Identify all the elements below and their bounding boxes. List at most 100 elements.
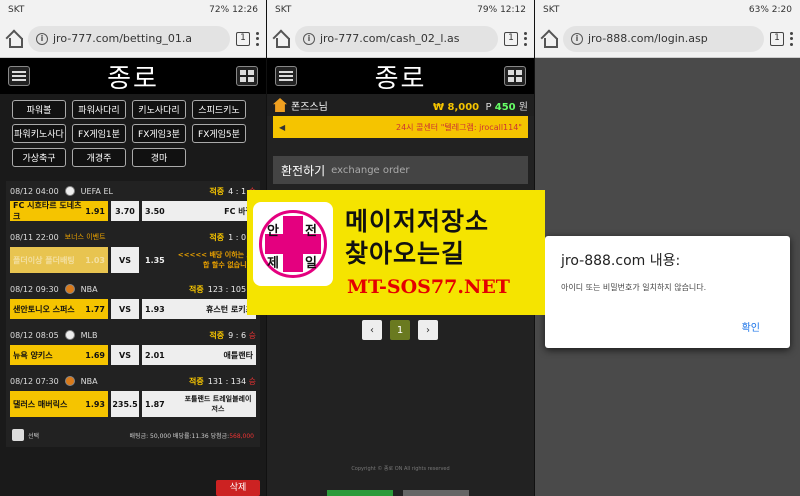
url-text: jro-777.com/betting_01.a (53, 32, 193, 45)
betting-screen: SKT 72% 12:26 i jro-777.com/betting_01.a… (0, 0, 266, 496)
match-date: 08/12 09:30 (10, 284, 59, 294)
away-team-pick[interactable]: 1.87 포틀랜드 트레일블레이저스 (142, 391, 256, 417)
game-button[interactable]: 개경주 (72, 148, 126, 167)
game-button[interactable]: 스피드키노 (192, 100, 246, 119)
grid-menu-icon[interactable] (236, 66, 258, 86)
home-icon[interactable] (273, 31, 290, 48)
page-title: 환전하기 (281, 163, 326, 178)
baseball-icon (64, 330, 75, 340)
battery-level: 72% (209, 5, 230, 15)
exchange-section-header: 환전하기 exchange order (273, 156, 528, 184)
bet-summary: 선택 배팅금: 50,000 배당률:11.36 당첨금:568,000 (6, 423, 260, 447)
draw-pick[interactable]: 3.70 (111, 201, 139, 221)
next-page-button[interactable]: › (418, 320, 438, 340)
address-bar[interactable]: i jro-777.com/betting_01.a (28, 25, 230, 52)
confirm-button[interactable] (327, 490, 393, 496)
score: 1 : 0 (228, 232, 247, 242)
home-team-pick[interactable]: 댈러스 매버릭스 1.93 (10, 391, 108, 417)
match-date: 08/12 04:00 (10, 186, 59, 196)
draw-pick[interactable]: 235.5 (111, 391, 139, 417)
hamburger-menu-icon[interactable] (275, 66, 297, 86)
info-icon[interactable]: i (36, 32, 48, 45)
dialog-message: 아이디 또는 비밀번호가 일치하지 않습니다. (561, 283, 707, 292)
ad-subheadline: 찾아오는길 (345, 239, 466, 268)
carrier-label: SKT (543, 5, 560, 15)
league-label: NBA (80, 284, 98, 294)
carrier-label: SKT (8, 5, 25, 15)
ad-banner[interactable]: 안 전 제 일 메이저저장소 찾아오는길 MT-SOS77.NET (247, 190, 545, 315)
game-button[interactable]: 경마 (132, 148, 186, 167)
more-menu-icon[interactable] (524, 31, 528, 46)
draw-pick[interactable]: VS (111, 299, 139, 319)
points-prefix: P (485, 101, 492, 113)
away-team-pick[interactable]: 3.50 FC 바젤 (142, 201, 256, 221)
draw-pick[interactable]: VS (111, 247, 139, 273)
badge-char: 안 (267, 224, 279, 239)
game-button[interactable]: 파워볼 (12, 100, 66, 119)
url-text: jro-777.com/cash_02_l.as (320, 32, 460, 45)
score: 123 : 105 (207, 284, 247, 294)
tab-switcher-button[interactable]: 1 (770, 31, 784, 46)
game-button[interactable]: 키노사다리 (132, 100, 186, 119)
league-label: UEFA EL (80, 186, 113, 196)
safety-badge: 안 전 제 일 (253, 202, 333, 286)
home-team-pick[interactable]: 폴더이상 폴더배팅 1.03 (10, 247, 108, 273)
game-button[interactable]: 가상축구 (12, 148, 66, 167)
cancel-button[interactable] (403, 490, 469, 496)
ad-headline: 메이저저장소 (345, 207, 490, 236)
site-logo[interactable]: 종로 (107, 58, 159, 95)
game-button[interactable]: 파워키노사다 (12, 124, 66, 143)
clock: 12:12 (500, 5, 526, 15)
away-team-pick[interactable]: 1.93 휴스턴 로키츠 (142, 299, 256, 319)
score: 9 : 6 (228, 330, 247, 340)
hamburger-menu-icon[interactable] (8, 66, 30, 86)
url-text: jro-888.com/login.asp (588, 32, 708, 45)
more-menu-icon[interactable] (256, 31, 260, 46)
match-date: 08/11 22:00 (10, 232, 59, 242)
browser-toolbar: i jro-777.com/betting_01.a 1 (0, 20, 266, 58)
league-label: NBA (80, 376, 98, 386)
home-icon[interactable] (6, 31, 23, 48)
game-button[interactable]: FX게임5분 (192, 124, 246, 143)
basketball-icon (64, 376, 75, 386)
prev-page-button[interactable]: ‹ (362, 320, 382, 340)
game-menu: 파워볼 파워사다리 키노사다리 스피드키노 파워키노사다 FX게임1분 FX게임… (0, 94, 266, 171)
home-icon[interactable] (541, 31, 558, 48)
game-button[interactable]: 파워사다리 (72, 100, 126, 119)
ad-site-url[interactable]: MT-SOS77.NET (347, 276, 510, 298)
game-button[interactable]: FX게임3분 (132, 124, 186, 143)
address-bar[interactable]: i jro-888.com/login.asp (563, 25, 764, 52)
result-label: 적중 (189, 376, 204, 386)
page-number-button[interactable]: 1 (390, 320, 410, 340)
pagination: ‹ 1 › (362, 320, 438, 340)
game-button[interactable]: FX게임1분 (72, 124, 126, 143)
grid-menu-icon[interactable] (504, 66, 526, 86)
delete-button[interactable]: 삭제 (216, 480, 260, 496)
address-bar[interactable]: i jro-777.com/cash_02_l.as (295, 25, 498, 52)
draw-pick[interactable]: VS (111, 345, 139, 365)
home-team-pick[interactable]: 샌안토니오 스퍼스 1.77 (10, 299, 108, 319)
away-team-pick[interactable]: 2.01 애틀랜타 (142, 345, 256, 365)
bet-item: 08/12 07:30 NBA 적중 131 : 134 승 댈러스 매버릭스 1.93… (6, 371, 260, 423)
dialog-title: jro-888.com 내용: (561, 253, 681, 269)
dialog-ok-button[interactable]: 확인 (742, 319, 760, 334)
win-amount: 568,000 (229, 432, 254, 440)
away-team-pick[interactable]: 1.35 <<<<< 배당 이하는 조합 할수 없습니다 (142, 247, 256, 273)
tab-switcher-button[interactable]: 1 (504, 31, 518, 46)
match-date: 08/12 08:05 (10, 330, 59, 340)
info-icon[interactable]: i (571, 32, 583, 45)
result-label: 적중 (209, 330, 225, 340)
site-header: 종로 (267, 58, 534, 94)
more-menu-icon[interactable] (790, 31, 794, 46)
battery-level: 79% (477, 5, 498, 15)
carrier-label: SKT (275, 5, 292, 15)
home-team-pick[interactable]: 뉴욕 양키스 1.69 (10, 345, 108, 365)
username: 폰즈스님 (291, 101, 328, 113)
tab-switcher-button[interactable]: 1 (236, 31, 250, 46)
site-logo[interactable]: 종로 (375, 58, 427, 95)
home-team-pick[interactable]: FC 시흐타르 도네츠크 1.91 (10, 201, 108, 221)
points-unit: 원 (518, 101, 528, 113)
league-label: MLB (80, 330, 98, 340)
info-icon[interactable]: i (303, 32, 315, 45)
select-checkbox[interactable] (12, 429, 24, 441)
